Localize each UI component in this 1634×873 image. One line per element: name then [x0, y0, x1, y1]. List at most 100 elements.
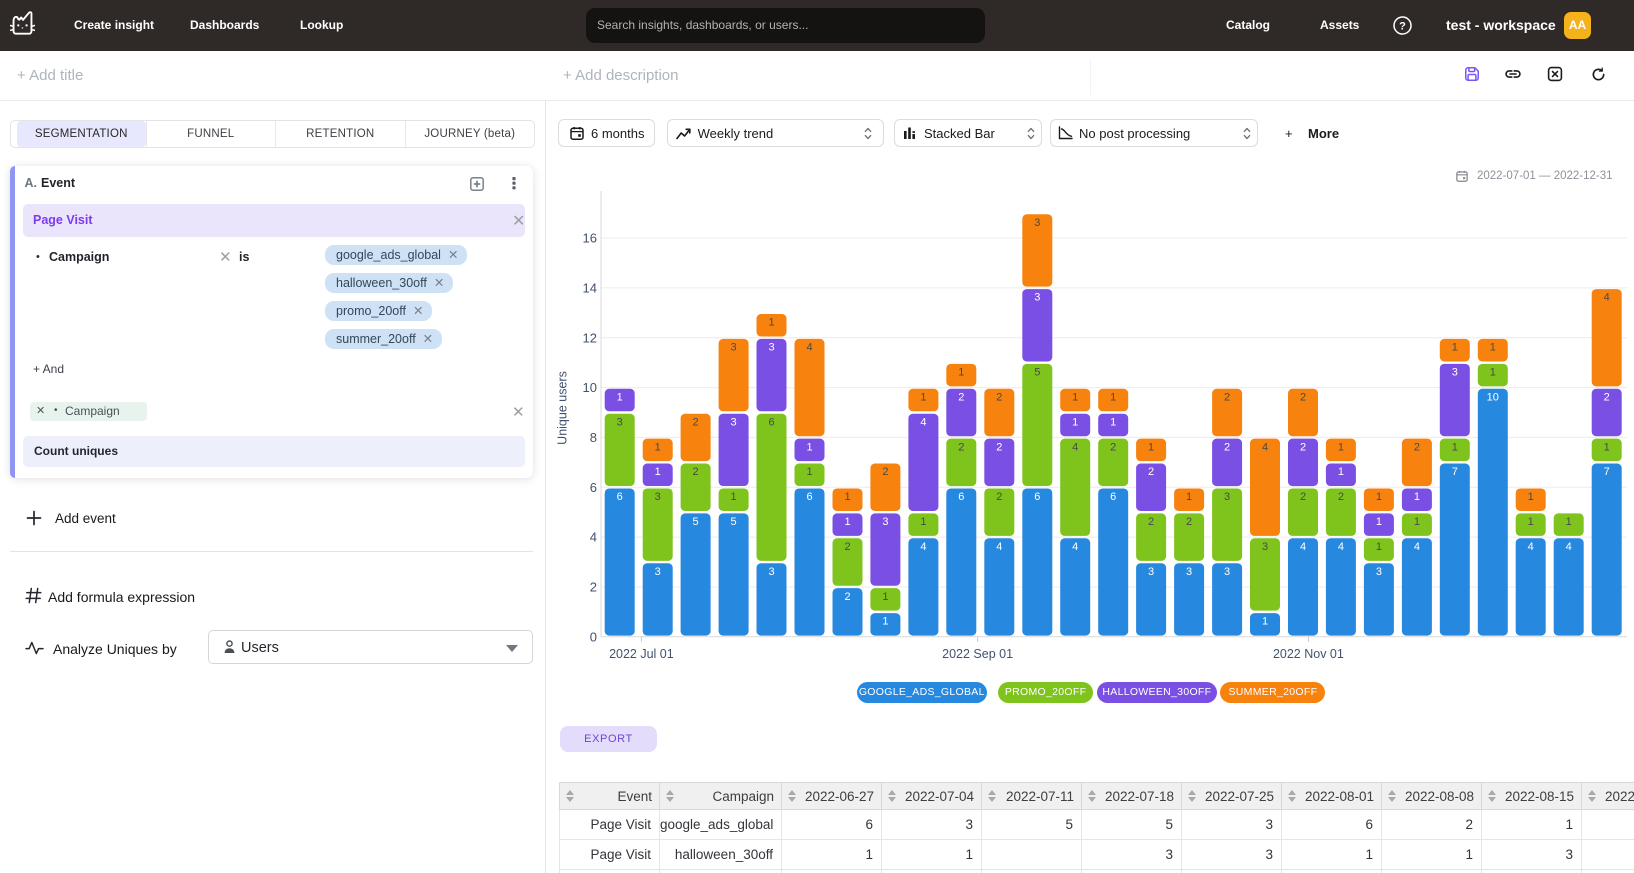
svg-text:1: 1: [882, 591, 888, 603]
svg-text:2: 2: [996, 391, 1002, 403]
svg-text:3: 3: [1186, 566, 1192, 578]
svg-text:1: 1: [1376, 541, 1382, 553]
svg-text:4: 4: [1528, 541, 1534, 553]
svg-text:2: 2: [1148, 516, 1154, 528]
svg-text:1: 1: [617, 391, 623, 403]
svg-text:2: 2: [958, 441, 964, 453]
svg-text:6: 6: [958, 491, 964, 503]
svg-text:2: 2: [1186, 516, 1192, 528]
svg-text:4: 4: [1338, 541, 1344, 553]
svg-text:2022 Jul 01: 2022 Jul 01: [609, 647, 674, 661]
svg-text:1: 1: [1110, 391, 1116, 403]
svg-text:2: 2: [996, 491, 1002, 503]
svg-text:4: 4: [1262, 441, 1268, 453]
svg-text:3: 3: [768, 566, 774, 578]
svg-text:5: 5: [693, 516, 699, 528]
svg-text:1: 1: [1262, 616, 1268, 628]
svg-text:1: 1: [1072, 416, 1078, 428]
svg-text:2: 2: [693, 416, 699, 428]
svg-text:1: 1: [731, 491, 737, 503]
svg-text:1: 1: [1338, 466, 1344, 478]
svg-text:1: 1: [920, 391, 926, 403]
svg-text:1: 1: [920, 516, 926, 528]
svg-text:1: 1: [958, 367, 964, 379]
svg-text:2: 2: [1338, 491, 1344, 503]
svg-text:1: 1: [844, 491, 850, 503]
svg-text:0: 0: [590, 629, 597, 644]
svg-text:2: 2: [844, 541, 850, 553]
svg-text:1: 1: [1528, 491, 1534, 503]
svg-text:3: 3: [1034, 292, 1040, 304]
svg-text:2: 2: [996, 441, 1002, 453]
svg-text:7: 7: [1604, 466, 1610, 478]
svg-text:1: 1: [1566, 516, 1572, 528]
svg-text:4: 4: [1072, 541, 1078, 553]
svg-text:2: 2: [1414, 441, 1420, 453]
svg-text:2: 2: [1110, 441, 1116, 453]
svg-text:6: 6: [1034, 491, 1040, 503]
svg-text:1: 1: [1338, 441, 1344, 453]
svg-text:3: 3: [731, 416, 737, 428]
svg-text:14: 14: [583, 280, 597, 295]
svg-text:1: 1: [655, 441, 661, 453]
svg-text:6: 6: [617, 491, 623, 503]
svg-text:1: 1: [882, 616, 888, 628]
svg-text:3: 3: [1224, 491, 1230, 503]
svg-text:4: 4: [1300, 541, 1306, 553]
svg-text:2: 2: [590, 580, 597, 595]
svg-text:6: 6: [1110, 491, 1116, 503]
svg-text:3: 3: [1452, 367, 1458, 379]
svg-text:Unique users: Unique users: [556, 371, 570, 445]
svg-text:6: 6: [806, 491, 812, 503]
svg-text:1: 1: [1186, 491, 1192, 503]
svg-text:2: 2: [1148, 466, 1154, 478]
svg-text:3: 3: [731, 342, 737, 354]
svg-text:1: 1: [1414, 491, 1420, 503]
svg-text:1: 1: [844, 516, 850, 528]
svg-text:7: 7: [1452, 466, 1458, 478]
svg-text:1: 1: [1110, 416, 1116, 428]
svg-text:3: 3: [1148, 566, 1154, 578]
svg-text:?: ?: [1399, 21, 1406, 33]
svg-text:1: 1: [806, 441, 812, 453]
svg-text:1: 1: [1604, 441, 1610, 453]
svg-text:4: 4: [1414, 541, 1420, 553]
svg-text:1: 1: [1376, 516, 1382, 528]
svg-text:2022 Sep 01: 2022 Sep 01: [942, 647, 1013, 661]
svg-text:1: 1: [806, 466, 812, 478]
svg-text:2: 2: [1604, 391, 1610, 403]
svg-text:4: 4: [1072, 441, 1078, 453]
svg-text:8: 8: [590, 430, 597, 445]
svg-text:1: 1: [768, 317, 774, 329]
svg-text:4: 4: [1604, 292, 1610, 304]
svg-text:4: 4: [590, 530, 597, 545]
svg-text:6: 6: [590, 480, 597, 495]
svg-text:6: 6: [768, 416, 774, 428]
svg-text:1: 1: [1414, 516, 1420, 528]
svg-text:12: 12: [583, 330, 597, 345]
svg-text:5: 5: [1034, 367, 1040, 379]
svg-text:3: 3: [882, 516, 888, 528]
svg-text:4: 4: [996, 541, 1002, 553]
svg-text:1: 1: [1452, 342, 1458, 354]
svg-text:2: 2: [882, 466, 888, 478]
svg-text:4: 4: [1566, 541, 1572, 553]
svg-text:3: 3: [1224, 566, 1230, 578]
svg-text:2: 2: [1300, 491, 1306, 503]
svg-text:2: 2: [1224, 391, 1230, 403]
svg-text:3: 3: [1376, 566, 1382, 578]
svg-text:3: 3: [768, 342, 774, 354]
svg-text:1: 1: [655, 466, 661, 478]
svg-text:4: 4: [806, 342, 812, 354]
svg-text:5: 5: [731, 516, 737, 528]
svg-text:10: 10: [1487, 391, 1499, 403]
svg-text:2: 2: [958, 391, 964, 403]
svg-text:2: 2: [1300, 441, 1306, 453]
svg-text:10: 10: [583, 380, 597, 395]
svg-text:3: 3: [655, 566, 661, 578]
svg-text:1: 1: [1490, 367, 1496, 379]
svg-text:4: 4: [920, 416, 926, 428]
svg-text:3: 3: [655, 491, 661, 503]
svg-text:1: 1: [1528, 516, 1534, 528]
svg-text:1: 1: [1490, 342, 1496, 354]
